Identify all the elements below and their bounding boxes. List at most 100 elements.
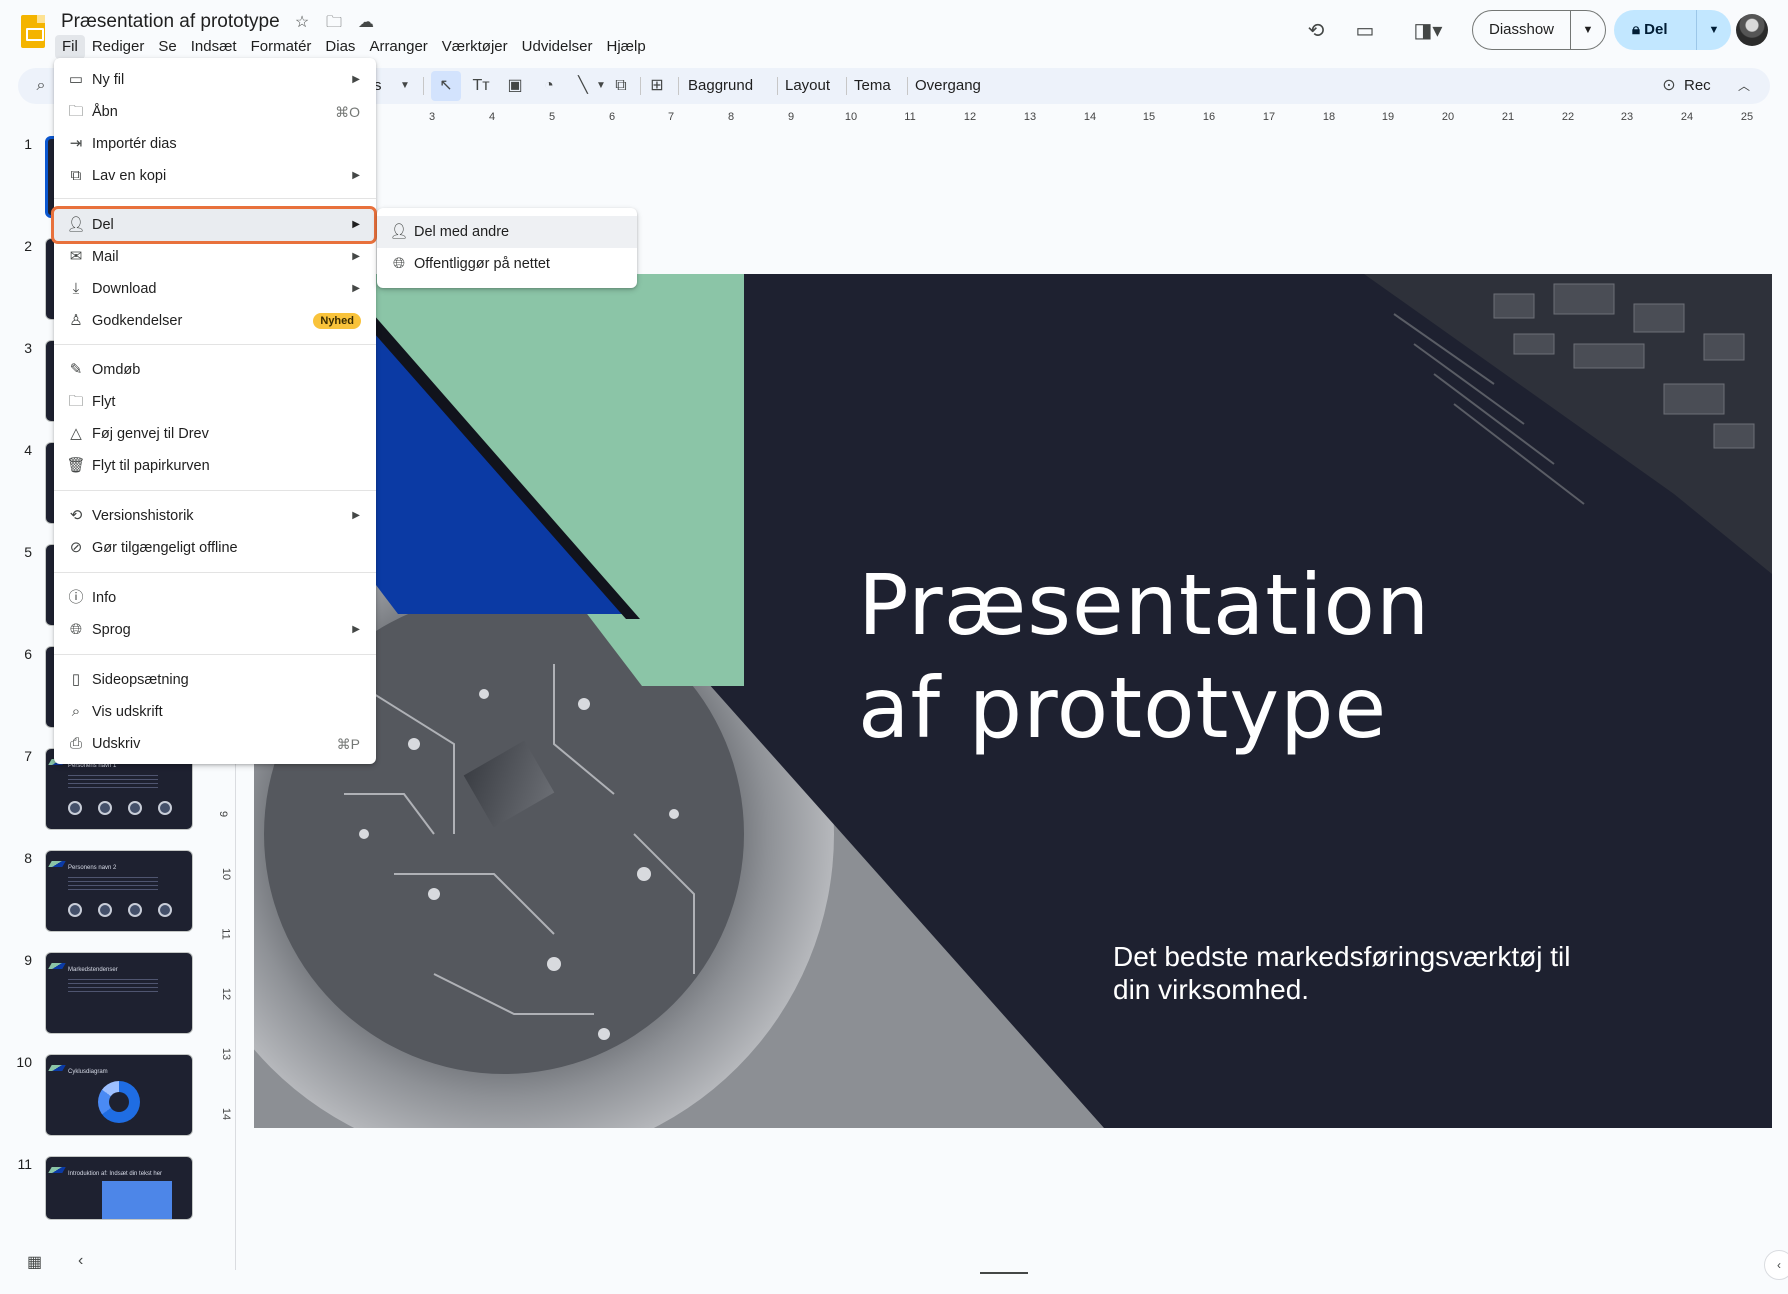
trash-icon: 🗑︎ (66, 457, 86, 474)
thumb-title: Personens navn 2 (68, 865, 117, 871)
toolbar-divider (678, 77, 679, 95)
thumb-circle (68, 801, 82, 815)
menu-item-mail[interactable]: ✉ Mail ▶ (54, 241, 376, 273)
slide-thumbnail-9[interactable]: Markedstendenser (45, 952, 193, 1034)
offline-icon: ⊘ (69, 539, 83, 556)
ruler-number: 14 (1083, 111, 1097, 123)
menu-item-label: Føj genvej til Drev (92, 426, 209, 442)
shape-icon[interactable]: ◔ (538, 75, 560, 97)
thumb-text-lines (68, 979, 158, 993)
submenu-item-offentliggor[interactable]: 🌐︎ Offentliggør på nettet (377, 248, 637, 280)
thumb-circle (68, 903, 82, 917)
menu-arranger[interactable]: Arranger (362, 35, 434, 59)
cursor-icon[interactable]: ↖ (435, 75, 457, 97)
transition-button[interactable]: Overgang (907, 68, 981, 104)
slide-title[interactable]: Præsentation af prototype (858, 554, 1658, 760)
menu-udvidelser[interactable]: Udvidelser (515, 35, 600, 59)
ruler-number: 11 (904, 111, 916, 123)
replace-image-icon[interactable]: ⧉ (610, 75, 632, 97)
menu-item-versionshistorik[interactable]: ⟲ Versionshistorik ▶ (54, 500, 376, 532)
menu-item-abn[interactable]: 🗀 Åbn ⌘O (54, 96, 376, 128)
ruler-number: 23 (1620, 111, 1634, 123)
menu-item-download[interactable]: ⤓ Download ▶ (54, 273, 376, 305)
submenu-arrow-icon: ▶ (352, 251, 360, 262)
side-panel-toggle-icon[interactable]: ‹ (1764, 1250, 1788, 1280)
slides-logo-icon[interactable] (21, 15, 45, 48)
image-icon[interactable]: ▣ (504, 75, 526, 97)
menu-indsaet[interactable]: Indsæt (184, 35, 244, 59)
search-menus-icon[interactable]: ⌕ (30, 75, 52, 97)
move-folder-icon[interactable]: 🗀 (324, 13, 344, 33)
menu-item-label: Godkendelser (92, 313, 183, 329)
slideshow-button[interactable]: Diasshow ▼ (1472, 10, 1606, 50)
menu-hjaelp[interactable]: Hjælp (600, 35, 653, 59)
slide-number: 9 (24, 952, 32, 968)
thumb-circle (128, 801, 142, 815)
menu-item-vis-udskrift[interactable]: ⌕ Vis udskrift (54, 696, 376, 728)
chevron-down-icon[interactable]: ▼ (1697, 24, 1731, 36)
slide-title-line1: Præsentation (858, 556, 1431, 654)
info-icon: ⓘ (68, 589, 84, 606)
menu-vaerktojer[interactable]: Værktøjer (435, 35, 515, 59)
menu-item-flyt[interactable]: 🗀 Flyt (54, 386, 376, 418)
slide-number: 11 (17, 1156, 32, 1172)
chevron-down-icon[interactable]: ▼ (394, 75, 416, 97)
submenu-item-del-med-andre[interactable]: 👤︎ Del med andre (377, 216, 637, 248)
star-icon[interactable]: ☆ (292, 13, 312, 33)
thumb-circle (128, 903, 142, 917)
submenu-item-label: Offentliggør på nettet (414, 256, 550, 272)
version-history-icon[interactable]: ⟲ (1303, 18, 1329, 44)
menu-item-ny-fil[interactable]: ▭ Ny fil ▶ (54, 64, 376, 96)
menu-item-godkendelser[interactable]: ♙ Godkendelser Nyhed (54, 305, 376, 337)
text-box-icon[interactable]: Tт (470, 75, 492, 97)
cloud-status-icon[interactable]: ☁ (356, 13, 376, 33)
menu-item-omdob[interactable]: ✎ Omdøb (54, 354, 376, 386)
menu-item-papirkurv[interactable]: 🗑︎ Flyt til papirkurven (54, 450, 376, 482)
share-button[interactable]: 🔒︎ Del ▼ (1614, 10, 1731, 50)
chevron-down-icon[interactable]: ▼ (590, 75, 612, 97)
menu-item-lav-en-kopi[interactable]: ⧉ Lav en kopi ▶ (54, 160, 376, 192)
record-icon[interactable]: ⊙ (1658, 75, 1680, 97)
menu-item-foj-genvej[interactable]: △ Føj genvej til Drev (54, 418, 376, 450)
menu-se[interactable]: Se (151, 35, 183, 59)
slide-canvas[interactable]: Præsentation af prototype Det bedste mar… (254, 274, 1772, 1128)
avatar[interactable] (1736, 14, 1768, 46)
submenu-arrow-icon: ▶ (352, 624, 360, 635)
slide-thumbnail-10[interactable]: Cyklusdiagram (45, 1054, 193, 1136)
slide-thumbnail-8[interactable]: Personens navn 2 (45, 850, 193, 932)
submenu-arrow-icon: ▶ (352, 170, 360, 181)
menu-fil[interactable]: Fil (55, 35, 85, 59)
speaker-notes-handle[interactable] (980, 1272, 1028, 1274)
menu-rediger[interactable]: Rediger (85, 35, 152, 59)
menu-item-info[interactable]: ⓘ Info (54, 582, 376, 614)
submenu-arrow-icon: ▶ (352, 510, 360, 521)
layout-button[interactable]: Layout (777, 68, 830, 104)
menu-item-offline[interactable]: ⊘ Gør tilgængeligt offline (54, 532, 376, 564)
menu-formater[interactable]: Formatér (244, 35, 319, 59)
collapse-filmstrip-icon[interactable]: ‹ (78, 1252, 83, 1270)
menu-dias[interactable]: Dias (318, 35, 362, 59)
globe-icon: 🌐︎ (392, 255, 405, 272)
rec-button[interactable]: Rec (1684, 68, 1711, 104)
collapse-toolbar-icon[interactable]: ︿ (1733, 75, 1755, 97)
menu-item-udskriv[interactable]: ⎙ Udskriv ⌘P (54, 728, 376, 760)
chevron-down-icon[interactable]: ▼ (1571, 24, 1605, 36)
document-title[interactable]: Præsentation af prototype (61, 11, 280, 33)
menu-item-label: Sprog (92, 622, 131, 638)
grid-view-icon[interactable]: ▦ (27, 1252, 42, 1272)
printer-icon: ⎙ (69, 735, 82, 752)
share-button-label[interactable]: 🔒︎ Del (1614, 10, 1697, 50)
menu-item-sideopsaetning[interactable]: ▯ Sideopsætning (54, 664, 376, 696)
menu-item-shortcut: ⌘P (336, 736, 360, 752)
menu-item-sprog[interactable]: 🌐︎ Sprog ▶ (54, 614, 376, 646)
meet-icon[interactable]: ◨▾ (1408, 18, 1448, 44)
add-comment-icon[interactable]: ⊞ (646, 75, 668, 97)
theme-button[interactable]: Tema (846, 68, 891, 104)
background-button[interactable]: Baggrund (688, 68, 753, 104)
print-preview-icon: ⌕ (71, 703, 81, 720)
slide-thumbnail-11[interactable]: Introduktion af: Indsæt din tekst her (45, 1156, 193, 1220)
menu-item-importer-dias[interactable]: ⇥ Importér dias (54, 128, 376, 160)
comments-icon[interactable]: ▭ (1352, 18, 1378, 44)
slide-subtitle[interactable]: Det bedste markedsføringsværktøj til din… (1113, 940, 1593, 1006)
slideshow-label[interactable]: Diasshow (1473, 11, 1571, 49)
